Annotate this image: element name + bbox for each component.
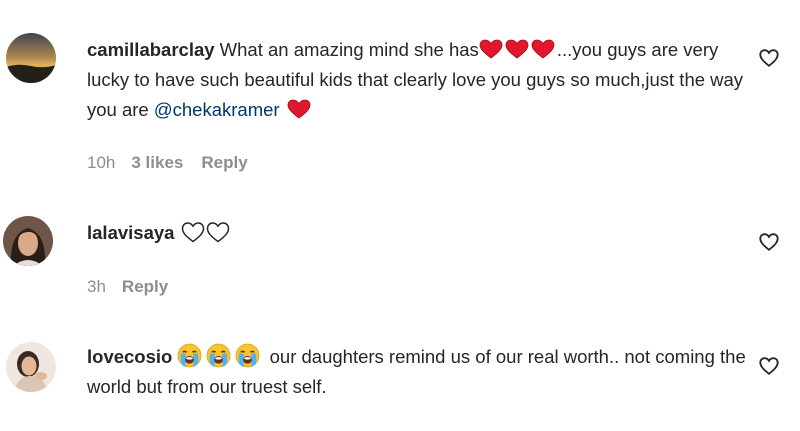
- reply-button[interactable]: Reply: [122, 277, 168, 297]
- avatar[interactable]: [6, 33, 56, 83]
- white-heart-emoji: [206, 222, 229, 243]
- white-heart-emoji: [181, 222, 204, 243]
- comment-lalavisaya: lalavisaya 3h Reply: [0, 190, 800, 320]
- username[interactable]: lalavisaya: [87, 222, 174, 243]
- loudly-crying-face-emoji: [236, 343, 260, 368]
- timestamp[interactable]: 10h: [87, 153, 115, 173]
- username[interactable]: camillabarclay: [87, 39, 215, 60]
- likes-count[interactable]: 3 likes: [131, 153, 183, 173]
- heart-outline-icon[interactable]: [758, 231, 780, 253]
- mention-link[interactable]: @chekakramer: [154, 99, 280, 120]
- loudly-crying-face-emoji: [207, 343, 231, 368]
- heart-outline-icon[interactable]: [758, 47, 780, 69]
- timestamp[interactable]: 3h: [87, 277, 106, 297]
- loudly-crying-face-emoji: [178, 343, 202, 368]
- comment-text: camillabarclay What an amazing mind she …: [87, 39, 744, 120]
- comment-camillabarclay: camillabarclay What an amazing mind she …: [0, 0, 800, 190]
- comment-meta: 3h Reply: [87, 277, 168, 297]
- red-heart-emoji: [505, 39, 529, 59]
- username[interactable]: lovecosio: [87, 346, 172, 367]
- avatar[interactable]: [3, 216, 53, 266]
- red-heart-emoji: [531, 39, 555, 59]
- avatar[interactable]: [6, 342, 56, 392]
- reply-button[interactable]: Reply: [201, 153, 247, 173]
- comment-text: lalavisaya: [87, 218, 747, 248]
- red-heart-emoji: [479, 39, 503, 59]
- comment-text: lovecosio our daughters remind us of our…: [87, 342, 747, 402]
- comment-meta: 10h 3 likes Reply: [87, 153, 248, 173]
- comment-lovecosio: lovecosio our daughters remind us of our…: [0, 320, 800, 431]
- heart-outline-icon[interactable]: [758, 355, 780, 377]
- red-heart-emoji: [287, 99, 311, 119]
